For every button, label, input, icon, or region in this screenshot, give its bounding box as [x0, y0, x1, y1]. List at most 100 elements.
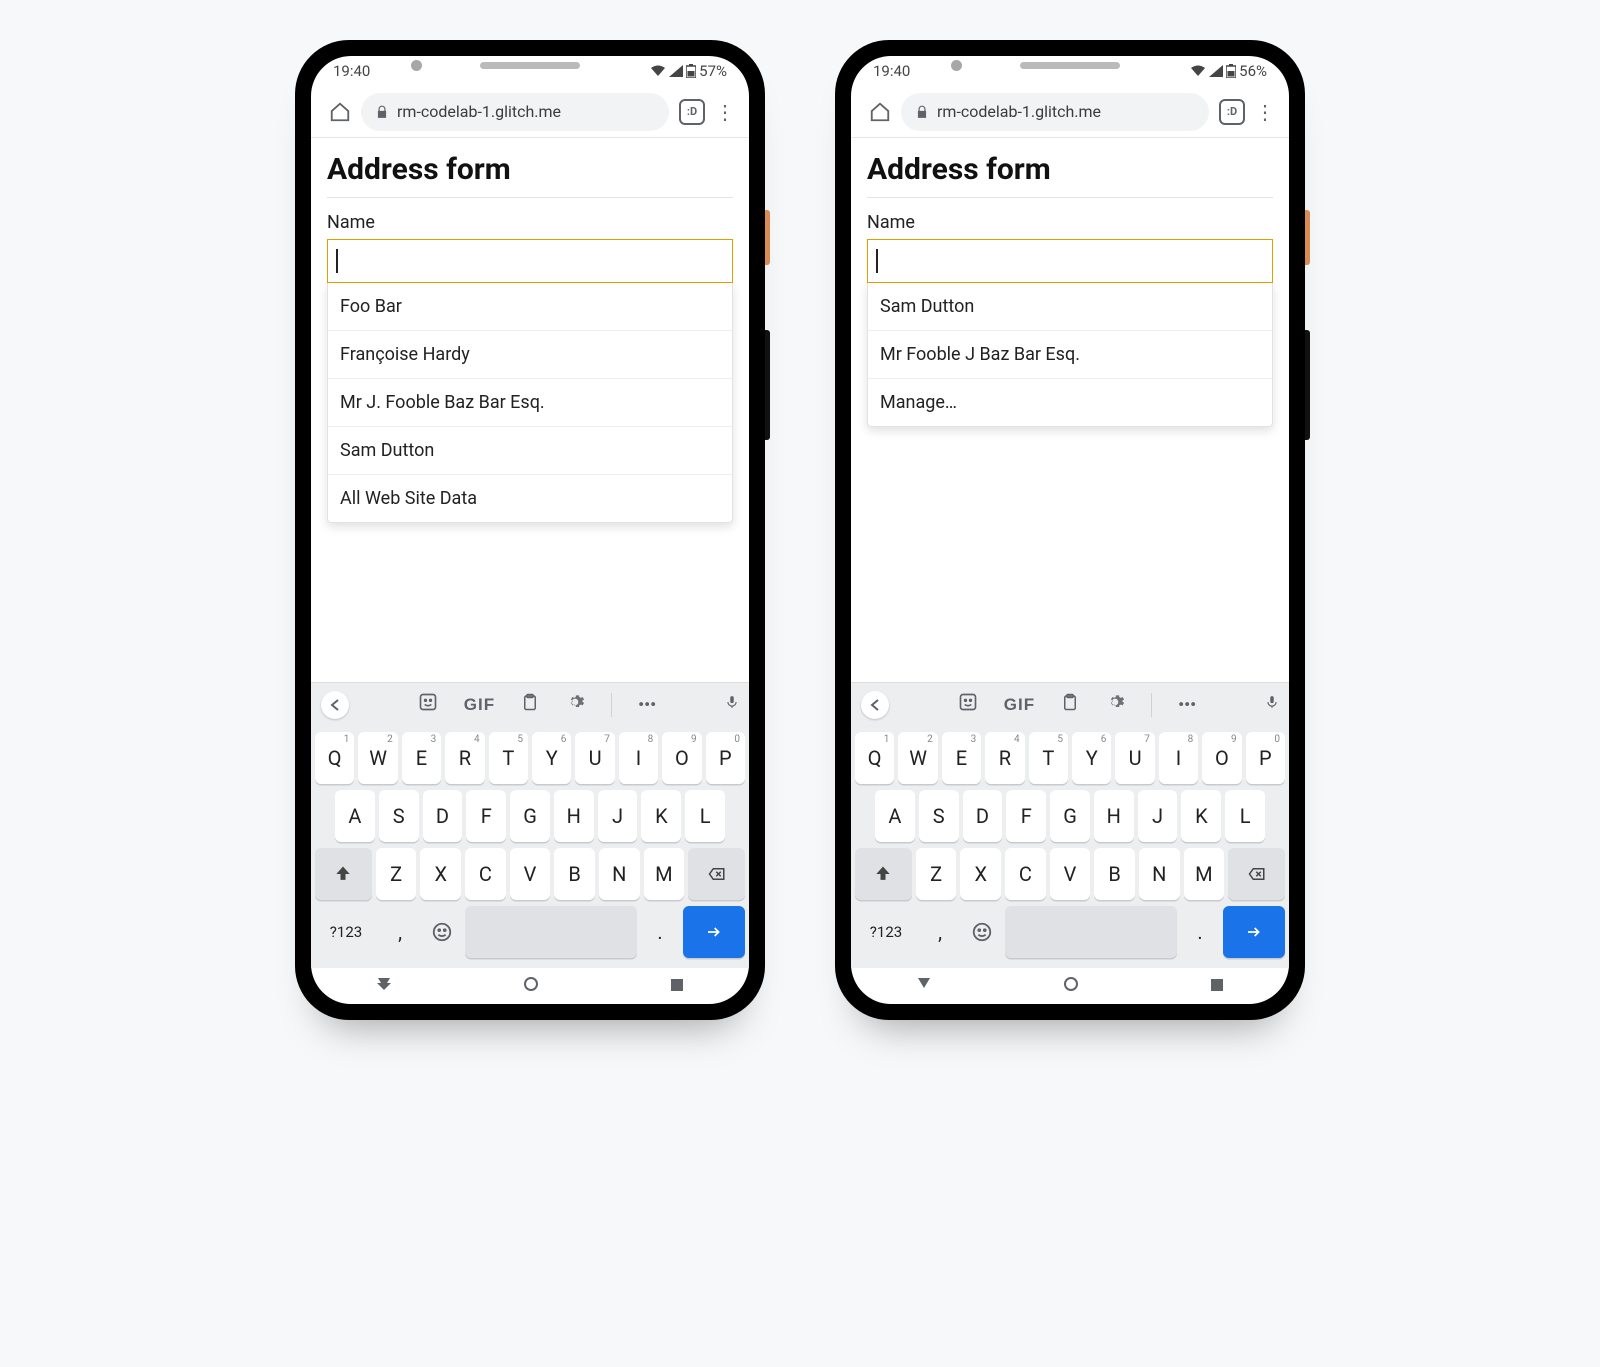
- emoji-key[interactable]: [963, 906, 1001, 958]
- key-b[interactable]: B: [1094, 848, 1135, 900]
- autofill-suggestion[interactable]: Mr Fooble J Baz Bar Esq.: [868, 330, 1272, 378]
- emoji-key[interactable]: [423, 906, 461, 958]
- key-o[interactable]: 9O: [662, 732, 701, 784]
- more-icon[interactable]: •••: [638, 695, 656, 715]
- overflow-menu-icon[interactable]: ⋮: [715, 102, 735, 122]
- period-key[interactable]: .: [641, 906, 679, 958]
- key-a[interactable]: A: [875, 790, 915, 842]
- key-y[interactable]: 6Y: [532, 732, 571, 784]
- key-q[interactable]: 1Q: [315, 732, 354, 784]
- key-l[interactable]: L: [1225, 790, 1265, 842]
- home-icon[interactable]: [329, 101, 351, 123]
- key-p[interactable]: 0P: [706, 732, 745, 784]
- back-icon[interactable]: [376, 976, 392, 996]
- clipboard-icon[interactable]: [1061, 692, 1079, 717]
- kbd-collapse-icon[interactable]: [861, 691, 889, 719]
- key-w[interactable]: 2W: [358, 732, 397, 784]
- key-d[interactable]: D: [963, 790, 1003, 842]
- sticker-icon[interactable]: [418, 692, 438, 717]
- key-x[interactable]: X: [420, 848, 461, 900]
- overflow-menu-icon[interactable]: ⋮: [1255, 102, 1275, 122]
- key-c[interactable]: C: [1005, 848, 1046, 900]
- key-k[interactable]: K: [1181, 790, 1221, 842]
- key-u[interactable]: 7U: [575, 732, 614, 784]
- autofill-suggestion[interactable]: Françoise Hardy: [328, 330, 732, 378]
- key-b[interactable]: B: [554, 848, 595, 900]
- key-c[interactable]: C: [465, 848, 506, 900]
- key-i[interactable]: 8I: [619, 732, 658, 784]
- address-bar[interactable]: rm-codelab-1.glitch.me: [901, 93, 1209, 131]
- enter-key[interactable]: [1223, 906, 1285, 958]
- sticker-icon[interactable]: [958, 692, 978, 717]
- recent-icon[interactable]: [670, 977, 684, 996]
- comma-key[interactable]: ,: [381, 906, 419, 958]
- key-g[interactable]: G: [1050, 790, 1090, 842]
- key-n[interactable]: N: [1139, 848, 1180, 900]
- key-j[interactable]: J: [1138, 790, 1178, 842]
- autofill-suggestion[interactable]: All Web Site Data: [328, 474, 732, 522]
- key-v[interactable]: V: [510, 848, 551, 900]
- key-a[interactable]: A: [335, 790, 375, 842]
- key-y[interactable]: 6Y: [1072, 732, 1111, 784]
- key-f[interactable]: F: [1006, 790, 1046, 842]
- more-icon[interactable]: •••: [1178, 695, 1196, 715]
- symbols-key[interactable]: ?123: [315, 906, 377, 958]
- key-v[interactable]: V: [1050, 848, 1091, 900]
- key-k[interactable]: K: [641, 790, 681, 842]
- shift-key[interactable]: [315, 848, 372, 900]
- key-o[interactable]: 9O: [1202, 732, 1241, 784]
- enter-key[interactable]: [683, 906, 745, 958]
- key-d[interactable]: D: [423, 790, 463, 842]
- key-s[interactable]: S: [379, 790, 419, 842]
- key-z[interactable]: Z: [916, 848, 957, 900]
- autofill-suggestion[interactable]: Sam Dutton: [328, 426, 732, 474]
- key-h[interactable]: H: [1094, 790, 1134, 842]
- key-e[interactable]: 3E: [402, 732, 441, 784]
- backspace-key[interactable]: [688, 848, 745, 900]
- gif-icon[interactable]: GIF: [1004, 695, 1035, 715]
- mic-icon[interactable]: [1265, 692, 1279, 717]
- address-bar[interactable]: rm-codelab-1.glitch.me: [361, 93, 669, 131]
- settings-icon[interactable]: [1105, 692, 1125, 717]
- tabs-button[interactable]: :D: [679, 99, 705, 125]
- key-n[interactable]: N: [599, 848, 640, 900]
- autofill-suggestion[interactable]: Foo Bar: [328, 283, 732, 330]
- home-nav-icon[interactable]: [523, 976, 539, 996]
- key-i[interactable]: 8I: [1159, 732, 1198, 784]
- key-h[interactable]: H: [554, 790, 594, 842]
- key-p[interactable]: 0P: [1246, 732, 1285, 784]
- key-j[interactable]: J: [598, 790, 638, 842]
- mic-icon[interactable]: [725, 692, 739, 717]
- home-nav-icon[interactable]: [1063, 976, 1079, 996]
- key-m[interactable]: M: [1184, 848, 1225, 900]
- key-m[interactable]: M: [644, 848, 685, 900]
- key-w[interactable]: 2W: [898, 732, 937, 784]
- kbd-collapse-icon[interactable]: [321, 691, 349, 719]
- autofill-suggestion[interactable]: Sam Dutton: [868, 283, 1272, 330]
- key-t[interactable]: 5T: [1029, 732, 1068, 784]
- space-key[interactable]: [1005, 906, 1177, 958]
- key-f[interactable]: F: [466, 790, 506, 842]
- autofill-suggestion[interactable]: Mr J. Fooble Baz Bar Esq.: [328, 378, 732, 426]
- autofill-suggestion[interactable]: Manage…: [868, 378, 1272, 426]
- shift-key[interactable]: [855, 848, 912, 900]
- recent-icon[interactable]: [1210, 977, 1224, 996]
- key-s[interactable]: S: [919, 790, 959, 842]
- comma-key[interactable]: ,: [921, 906, 959, 958]
- backspace-key[interactable]: [1228, 848, 1285, 900]
- key-t[interactable]: 5T: [489, 732, 528, 784]
- clipboard-icon[interactable]: [521, 692, 539, 717]
- back-icon[interactable]: [916, 976, 932, 996]
- period-key[interactable]: .: [1181, 906, 1219, 958]
- key-g[interactable]: G: [510, 790, 550, 842]
- key-z[interactable]: Z: [376, 848, 417, 900]
- key-q[interactable]: 1Q: [855, 732, 894, 784]
- key-l[interactable]: L: [685, 790, 725, 842]
- key-x[interactable]: X: [960, 848, 1001, 900]
- name-input[interactable]: [867, 239, 1273, 283]
- name-input[interactable]: [327, 239, 733, 283]
- gif-icon[interactable]: GIF: [464, 695, 495, 715]
- space-key[interactable]: [465, 906, 637, 958]
- settings-icon[interactable]: [565, 692, 585, 717]
- symbols-key[interactable]: ?123: [855, 906, 917, 958]
